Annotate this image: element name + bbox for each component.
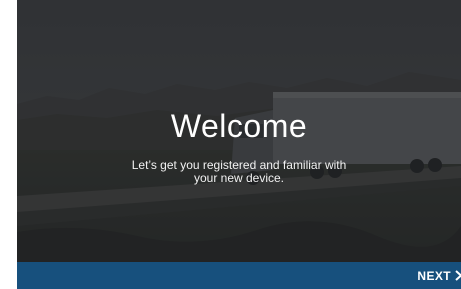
next-button-label: NEXT xyxy=(417,268,451,283)
bottom-navigation-bar: NEXT xyxy=(17,262,461,289)
onboarding-screen: Welcome Let’s get you registered and fam… xyxy=(17,0,461,289)
welcome-title: Welcome xyxy=(170,108,308,144)
chevron-right-icon xyxy=(455,270,461,281)
hero-background: Welcome Let’s get you registered and fam… xyxy=(17,0,461,262)
app-window: Welcome Let’s get you registered and fam… xyxy=(0,0,461,289)
next-button[interactable]: NEXT xyxy=(417,262,461,289)
welcome-subtitle: Let’s get you registered and familiar wi… xyxy=(131,158,347,185)
